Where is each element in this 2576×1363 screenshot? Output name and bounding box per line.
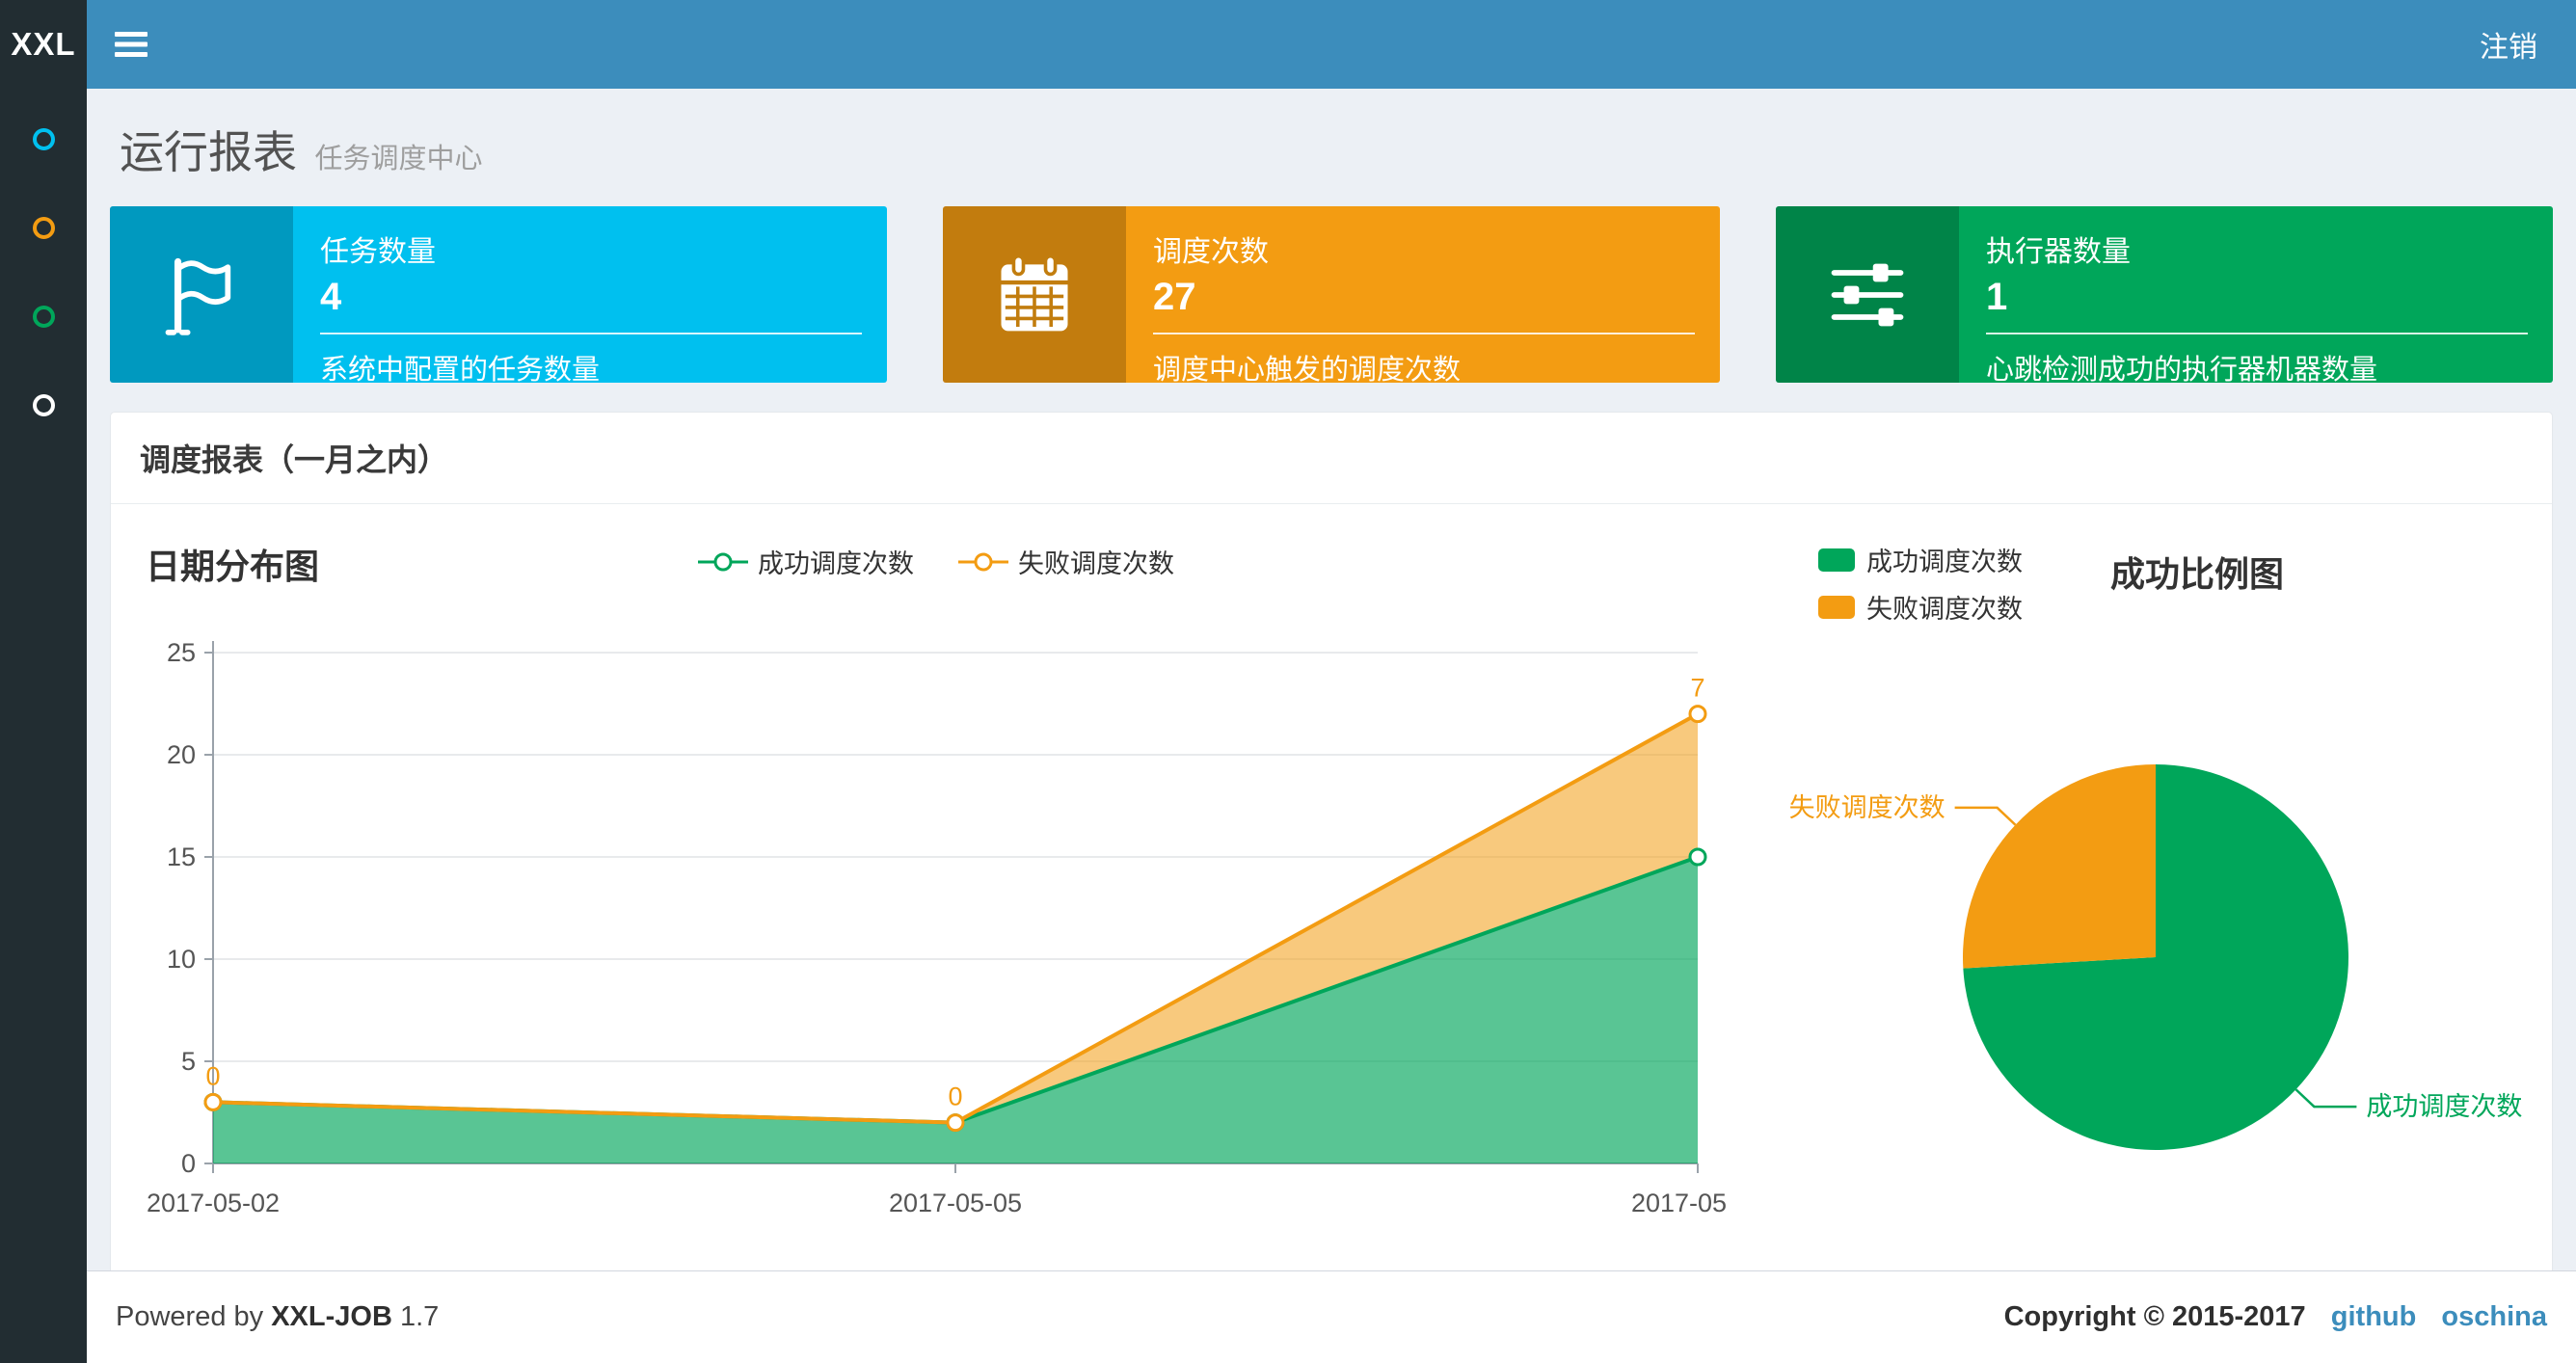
svg-text:2017-05-02: 2017-05-02 <box>147 1189 280 1217</box>
info-box-trigger-count: 调度次数 27 调度中心触发的调度次数 <box>943 206 1720 383</box>
date-distribution-chart: 日期分布图 成功调度次数 失败调度次数 0 5 10 15 20 25 2017-05-02 2… <box>146 539 1727 1241</box>
sidebar-item-4[interactable] <box>0 361 87 449</box>
line-legend-marker-icon <box>698 552 748 571</box>
circle-icon <box>32 393 55 416</box>
sidebar-item-3[interactable] <box>0 272 87 361</box>
pie-chart-title: 成功比例图 <box>2110 554 2285 594</box>
copyright: Copyright © 2015-2017 github oschina <box>2004 1301 2547 1333</box>
info-box-body: 调度次数 27 调度中心触发的调度次数 <box>1126 206 1720 383</box>
info-box-body: 执行器数量 1 心跳检测成功的执行器机器数量 <box>1959 206 2553 383</box>
top-navbar: XXL 注销 <box>0 0 2576 89</box>
svg-text:20: 20 <box>167 740 196 769</box>
version-text: 1.7 <box>399 1301 440 1332</box>
svg-text:7: 7 <box>1690 674 1704 703</box>
svg-text:0: 0 <box>205 1061 220 1090</box>
legend-label: 失败调度次数 <box>1018 549 1174 578</box>
info-box-label: 任务数量 <box>320 236 436 268</box>
product-name: XXL-JOB <box>271 1301 392 1332</box>
copyright-text: Copyright © 2015-2017 <box>2003 1301 2306 1332</box>
oschina-link[interactable]: oschina <box>2441 1301 2547 1332</box>
sidebar-item-2[interactable] <box>0 183 87 272</box>
footer: Powered by XXL-JOB 1.7 Copyright © 2015-… <box>87 1270 2576 1363</box>
line-legend-marker-icon <box>958 552 1008 571</box>
legend-label: 成功调度次数 <box>1866 548 2023 576</box>
info-box-label: 调度次数 <box>1153 236 1269 268</box>
info-box-value: 27 <box>1153 276 1196 318</box>
svg-text:5: 5 <box>181 1047 196 1076</box>
svg-text:2017-05-05: 2017-05-05 <box>889 1189 1022 1217</box>
circle-icon <box>32 216 55 239</box>
github-link[interactable]: github <box>2331 1301 2417 1332</box>
page-subtitle: 任务调度中心 <box>314 144 483 174</box>
line-legend-item[interactable]: 失败调度次数 <box>958 543 1174 580</box>
svg-text:成功调度次数: 成功调度次数 <box>2366 1092 2522 1121</box>
logout-link[interactable]: 注销 <box>2441 0 2576 89</box>
line-chart-canvas[interactable]: 05101520252017-05-022017-05-052017-05-08… <box>146 624 1727 1241</box>
circle-icon <box>32 305 55 328</box>
legend-label: 失败调度次数 <box>1866 595 2023 624</box>
hamburger-icon <box>115 32 148 57</box>
svg-text:失败调度次数: 失败调度次数 <box>1789 793 1945 822</box>
calendar-icon <box>1001 254 1068 331</box>
sliders-icon <box>1831 263 1904 326</box>
legend-label: 成功调度次数 <box>758 549 914 578</box>
info-box-icon-area <box>1776 206 1959 383</box>
flag-icon <box>165 257 231 335</box>
line-chart-legend: 成功调度次数 失败调度次数 <box>146 543 1727 580</box>
svg-text:15: 15 <box>167 842 196 871</box>
info-box-label: 执行器数量 <box>1986 236 2131 268</box>
info-box-value: 4 <box>320 276 342 318</box>
divider <box>1986 333 2528 334</box>
panel-body: 日期分布图 成功调度次数 失败调度次数 0 5 10 15 20 25 2017-05-02 2… <box>111 504 2552 1283</box>
line-legend-item[interactable]: 成功调度次数 <box>698 543 914 580</box>
page-title: 运行报表 <box>120 127 297 177</box>
legend-swatch-icon <box>1818 595 1855 619</box>
schedule-report-panel: 调度报表（一月之内） 日期分布图 成功调度次数 失败调度次数 0 5 10 15 20 25… <box>110 412 2553 1284</box>
sidebar-item-1[interactable] <box>0 94 87 183</box>
info-box-executor-count: 执行器数量 1 心跳检测成功的执行器机器数量 <box>1776 206 2553 383</box>
info-box-job-count: 任务数量 4 系统中配置的任务数量 <box>110 206 887 383</box>
info-box-desc: 心跳检测成功的执行器机器数量 <box>1986 355 2378 383</box>
main-content: 运行报表 任务调度中心 任务数量 4 系统中配置的任务数量 调度次数 27 调度… <box>87 89 2576 1284</box>
powered-by-text: Powered by <box>116 1301 264 1332</box>
svg-text:2017-05-08: 2017-05-08 <box>1631 1189 1727 1217</box>
info-box-value: 1 <box>1986 276 2008 318</box>
page-header: 运行报表 任务调度中心 <box>110 108 2553 181</box>
legend-swatch-icon <box>1818 548 1855 572</box>
info-box-desc: 系统中配置的任务数量 <box>320 355 601 383</box>
svg-text:0: 0 <box>948 1082 962 1111</box>
svg-text:0: 0 <box>181 1149 196 1178</box>
sidebar <box>0 89 87 1363</box>
info-box-icon-area <box>110 206 293 383</box>
svg-text:25: 25 <box>167 638 196 667</box>
powered-by: Powered by XXL-JOB 1.7 <box>116 1301 439 1333</box>
sidebar-toggle-button[interactable] <box>87 0 175 89</box>
divider <box>1153 333 1695 334</box>
circle-icon <box>32 127 55 150</box>
info-box-icon-area <box>943 206 1126 383</box>
divider <box>320 333 862 334</box>
panel-title: 调度报表（一月之内） <box>111 413 2552 504</box>
pie-chart-canvas[interactable]: 成功调度次数 失败调度次数 <box>1727 649 2527 1208</box>
app-logo[interactable]: XXL <box>0 0 87 89</box>
info-box-body: 任务数量 4 系统中配置的任务数量 <box>293 206 887 383</box>
info-box-desc: 调度中心触发的调度次数 <box>1153 355 1462 383</box>
summary-boxes: 任务数量 4 系统中配置的任务数量 调度次数 27 调度中心触发的调度次数 执行… <box>110 206 2553 383</box>
success-ratio-chart: 成功调度次数 失败调度次数 成功比例图 成功调度次数 失败调度次数 <box>1727 539 2527 1241</box>
svg-text:10: 10 <box>167 945 196 974</box>
